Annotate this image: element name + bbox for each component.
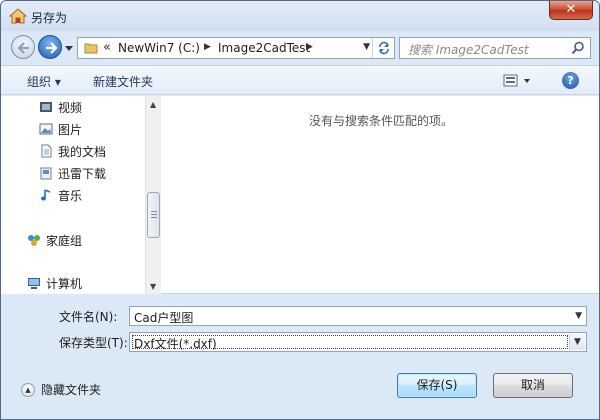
download-folder-icon	[40, 167, 52, 180]
save-as-dialog: 另存为 ✕ « NewWin7 (C:) ▶ Image2CadTest ▶ ▼…	[0, 0, 600, 420]
filetype-select[interactable]: Dxf文件(*.dxf) ▼	[129, 332, 587, 352]
nav-item-pictures[interactable]: 图片	[39, 120, 82, 138]
nav-item-homegroup[interactable]: 家庭组	[27, 231, 82, 249]
filetype-label: 保存类型(T):	[59, 336, 128, 350]
organize-menu-button[interactable]: 组织 ▾	[27, 73, 61, 90]
scroll-up-icon[interactable]: ▲	[150, 100, 156, 109]
navigation-bar: « NewWin7 (C:) ▶ Image2CadTest ▶ ▼ 搜索 Im…	[1, 31, 599, 63]
video-library-icon	[40, 102, 52, 112]
filename-field[interactable]: Cad户型图 ▼	[129, 306, 587, 326]
pictures-library-icon	[39, 123, 53, 135]
home-icon	[8, 8, 28, 24]
nav-item-documents[interactable]: 我的文档	[39, 142, 106, 160]
view-options-icon	[503, 74, 530, 87]
breadcrumb-separator-icon[interactable]: ▶	[204, 42, 211, 52]
scrollbar-thumb[interactable]	[147, 192, 160, 238]
navigation-pane-scrollbar[interactable]: ▲ ▼	[145, 96, 161, 294]
breadcrumb-folder[interactable]: Image2CadTest	[218, 41, 310, 55]
nav-item-thunder-downloads[interactable]: 迅雷下载	[39, 164, 106, 182]
documents-library-icon	[41, 144, 52, 158]
back-button[interactable]	[11, 35, 35, 59]
forward-button[interactable]	[38, 35, 62, 59]
content-area: 视频 图片 我的文档 迅雷下载 音乐 家庭组 计算机 ▲ ▼ 没有与搜索条件匹配…	[1, 96, 599, 294]
title-bar: 另存为 ✕	[1, 1, 599, 31]
new-folder-button[interactable]: 新建文件夹	[93, 73, 153, 90]
recent-pages-dropdown-icon[interactable]	[64, 43, 74, 53]
scroll-down-icon[interactable]: ▼	[150, 282, 156, 291]
command-toolbar: 组织 ▾ 新建文件夹 ?	[1, 65, 599, 95]
filetype-value: Dxf文件(*.dxf)	[134, 337, 217, 351]
cancel-button[interactable]: 取消	[493, 373, 573, 398]
breadcrumb-separator-icon[interactable]: ▶	[306, 42, 313, 52]
filename-label: 文件名(N):	[59, 310, 118, 324]
address-overflow-chevron[interactable]: «	[103, 40, 111, 55]
search-icon[interactable]	[571, 41, 585, 55]
nav-item-music[interactable]: 音乐	[39, 186, 82, 204]
arrow-left-icon	[17, 42, 29, 54]
filename-dropdown-icon[interactable]: ▼	[575, 311, 582, 321]
folder-icon	[84, 43, 98, 54]
music-library-icon	[41, 189, 51, 201]
navigation-pane: 视频 图片 我的文档 迅雷下载 音乐 家庭组 计算机 ▲ ▼	[1, 96, 161, 294]
filename-value: Cad户型图	[134, 311, 194, 325]
empty-results-message: 没有与搜索条件匹配的项。	[309, 114, 454, 128]
close-button[interactable]: ✕	[549, 1, 593, 20]
hide-folders-label: 隐藏文件夹	[41, 383, 102, 397]
arrow-right-icon	[46, 42, 58, 54]
filetype-dropdown-icon[interactable]: ▼	[569, 334, 585, 350]
address-history-dropdown-icon[interactable]: ▼	[363, 42, 370, 52]
refresh-icon	[378, 41, 389, 55]
nav-item-computer[interactable]: 计算机	[27, 274, 82, 292]
search-input[interactable]: 搜索 Image2CadTest	[399, 37, 591, 59]
collapse-up-icon: ▲	[21, 382, 35, 397]
help-button[interactable]: ?	[562, 72, 579, 89]
window-title: 另存为	[31, 11, 68, 25]
computer-icon	[28, 278, 40, 289]
address-bar[interactable]: « NewWin7 (C:) ▶ Image2CadTest ▶ ▼	[77, 37, 395, 59]
breadcrumb-drive[interactable]: NewWin7 (C:)	[118, 41, 200, 55]
homegroup-icon	[28, 235, 40, 246]
search-placeholder: 搜索 Image2CadTest	[408, 43, 529, 57]
refresh-button[interactable]	[372, 38, 394, 58]
save-button[interactable]: 保存(S)	[397, 373, 477, 398]
hide-folders-toggle[interactable]: ▲ 隐藏文件夹	[21, 381, 101, 398]
change-view-button[interactable]	[503, 73, 533, 89]
nav-item-videos[interactable]: 视频	[39, 98, 82, 116]
